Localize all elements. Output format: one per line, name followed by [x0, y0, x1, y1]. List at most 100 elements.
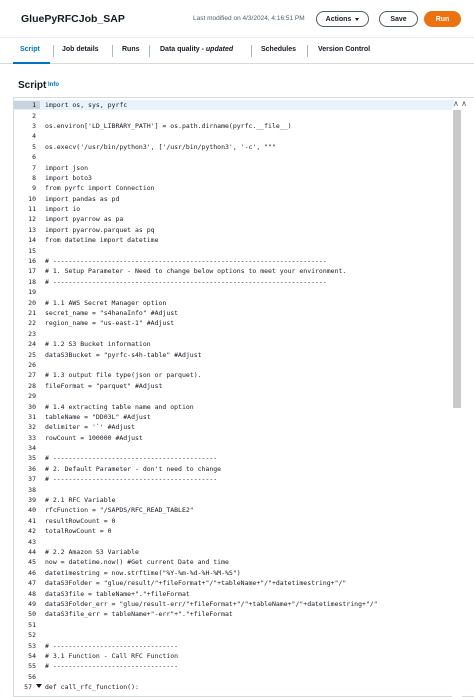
code-line[interactable]: 14 from datetime import datetime	[14, 235, 454, 245]
code-line[interactable]: 12 import pyarrow as pa	[14, 214, 454, 224]
code-line[interactable]: 1 import os, sys, pyrfc	[14, 100, 454, 111]
code-line[interactable]: 46 datetimestring = now.strftime("%Y-%m-%…	[14, 568, 454, 578]
code-line[interactable]: 32 delimiter = '`' #Adjust	[14, 422, 454, 432]
tab-data-quality[interactable]: Data quality - updated	[160, 46, 233, 53]
tab-job-details[interactable]: Job details	[62, 46, 99, 53]
line-number: 55	[28, 662, 36, 671]
code-line[interactable]: 43	[14, 536, 454, 546]
fold-controls[interactable]: ∧ ∧	[453, 99, 467, 108]
chevron-up-icon[interactable]: ∧ ∧	[453, 99, 467, 108]
line-number: 46	[28, 568, 36, 577]
code-line[interactable]: 23	[14, 329, 454, 339]
code-line[interactable]: 4	[14, 131, 454, 141]
code-line[interactable]: 44 # 2.2 Amazon S3 Variable	[14, 547, 454, 557]
code-text: import pyarrow.parquet as pq	[45, 225, 155, 234]
code-line[interactable]: 29	[14, 391, 454, 401]
line-number: 54	[28, 651, 36, 660]
code-text: # --------------------------------	[45, 662, 179, 671]
code-line[interactable]: 18 # ------------------------------------…	[14, 277, 454, 287]
run-button[interactable]: Run	[424, 11, 461, 27]
job-title: GluePyRFCJob_SAP	[21, 13, 125, 25]
tab-bar: Script Job details Runs Data quality - u…	[0, 38, 474, 64]
code-line[interactable]: 54 # 3.1 Function - Call RFC Function	[14, 651, 454, 661]
code-line[interactable]: 40 rfcFunction = "/SAPDS/RFC_READ_TABLE2"	[14, 505, 454, 515]
code-line[interactable]: 56	[14, 671, 454, 681]
line-number: 50	[28, 610, 36, 619]
code-line[interactable]: 55 # --------------------------------	[14, 661, 454, 671]
code-line[interactable]: 22 region_name = "us-east-1" #Adjust	[14, 318, 454, 328]
code-line[interactable]: 51	[14, 620, 454, 630]
code-line[interactable]: 13 import pyarrow.parquet as pq	[14, 225, 454, 235]
code-line[interactable]: 8 import boto3	[14, 173, 454, 183]
code-line[interactable]: 21 secret_name = "s4hanaInfo" #Adjust	[14, 308, 454, 318]
code-line[interactable]: 28 fileFormat = "parquet" #Adjust	[14, 381, 454, 391]
code-line[interactable]: 5 os.execv('/usr/bin/python3', ['/usr/bin…	[14, 142, 454, 152]
code-line[interactable]: 49 dataS3Folder_err = "glue/result-err/"+…	[14, 599, 454, 609]
code-line[interactable]: 19	[14, 287, 454, 297]
code-line[interactable]: 57 def call_rfc_function():	[14, 682, 454, 692]
code-line[interactable]: 47 dataS3Folder = "glue/result/"+fileForm…	[14, 578, 454, 588]
line-number: 32	[28, 423, 36, 432]
line-number: 18	[28, 277, 36, 286]
code-line[interactable]: 2	[14, 110, 454, 120]
code-line[interactable]: 52	[14, 630, 454, 640]
tab-runs[interactable]: Runs	[122, 46, 140, 53]
actions-button[interactable]: Actions	[316, 11, 369, 27]
code-line[interactable]: 9 from pyrfc import Connection	[14, 183, 454, 193]
line-number: 40	[28, 506, 36, 515]
code-line[interactable]: 7 import json	[14, 162, 454, 172]
info-link[interactable]: Info	[48, 82, 59, 88]
code-line[interactable]: 11 import io	[14, 204, 454, 214]
code-line[interactable]: 33 rowCount = 100000 #Adjust	[14, 433, 454, 443]
code-text: totalRowCount = 0	[45, 527, 112, 536]
code-line[interactable]: 31 tableName = "DD03L" #Adjust	[14, 412, 454, 422]
code-line[interactable]: 36 # 2. Default Parameter - don't need to…	[14, 464, 454, 474]
code-line[interactable]: 41 resultRowCount = 0	[14, 516, 454, 526]
line-number: 5	[32, 142, 36, 151]
code-line[interactable]: 10 import pandas as pd	[14, 194, 454, 204]
code-line[interactable]: 6	[14, 152, 454, 162]
code-line[interactable]: 20 # 1.1 AWS Secret Manager option	[14, 297, 454, 307]
code-line[interactable]: 16 # ------------------------------------…	[14, 256, 454, 266]
code-line[interactable]: 50 dataS3file_err = tableName+"-err"+"."+…	[14, 609, 454, 619]
code-text: from pyrfc import Connection	[45, 184, 155, 193]
code-line[interactable]: 35 # ------------------------------------…	[14, 453, 454, 463]
code-text: import os, sys, pyrfc	[45, 101, 128, 110]
code-line[interactable]: 3 os.environ['LD_LIBRARY_PATH'] = os.path…	[14, 121, 454, 131]
code-editor[interactable]: 1 import os, sys, pyrfc 2 3 os.environ['LD_L…	[13, 97, 474, 697]
line-number: 47	[28, 579, 36, 588]
code-line[interactable]: 34	[14, 443, 454, 453]
save-button[interactable]: Save	[379, 11, 418, 27]
line-number: 19	[28, 288, 36, 297]
code-area[interactable]: 1 import os, sys, pyrfc 2 3 os.environ['LD_L…	[14, 100, 454, 692]
job-header: GluePyRFCJob_SAP Last modified on 4/3/20…	[0, 0, 474, 38]
tab-schedules[interactable]: Schedules	[261, 46, 296, 53]
code-line[interactable]: 37 # ------------------------------------…	[14, 474, 454, 484]
code-text: secret_name = "s4hanaInfo" #Adjust	[45, 309, 179, 317]
tab-script[interactable]: Script	[20, 46, 40, 53]
code-line[interactable]: 53 # --------------------------------	[14, 640, 454, 650]
code-text: os.execv('/usr/bin/python3', ['/usr/bin/…	[45, 142, 276, 151]
code-line[interactable]: 26	[14, 360, 454, 370]
tab-divider	[112, 45, 113, 57]
fold-arrow-icon[interactable]	[36, 683, 42, 688]
code-text: import pyarrow as pa	[45, 215, 124, 224]
code-line[interactable]: 15	[14, 245, 454, 255]
line-number: 2	[32, 111, 36, 120]
code-line[interactable]: 39 # 2.1 RFC Variable	[14, 495, 454, 505]
code-line[interactable]: 24 # 1.2 S3 Bucket information	[14, 339, 454, 349]
line-number: 31	[28, 412, 36, 421]
line-number: 33	[28, 433, 36, 442]
code-line[interactable]: 38	[14, 484, 454, 494]
code-line[interactable]: 27 # 1.3 output file type(json or parquet…	[14, 370, 454, 380]
code-line[interactable]: 25 dataS3Bucket = "pyrfc-s4h-table" #Adju…	[14, 349, 454, 359]
code-text: # 1. Setup Parameter - Need to change be…	[45, 267, 347, 276]
code-line[interactable]: 42 totalRowCount = 0	[14, 526, 454, 536]
scrollbar-thumb[interactable]	[453, 110, 461, 408]
code-line[interactable]: 30 # 1.4 extracting table name and option	[14, 401, 454, 411]
code-line[interactable]: 45 now = datetime.now() #Get current Date…	[14, 557, 454, 567]
code-text: rowCount = 100000 #Adjust	[45, 433, 143, 442]
tab-version-control[interactable]: Version Control	[318, 46, 370, 53]
code-line[interactable]: 48 dataS3file = tableName+"."+fileFormat	[14, 588, 454, 598]
code-line[interactable]: 17 # 1. Setup Parameter - Need to change …	[14, 266, 454, 276]
